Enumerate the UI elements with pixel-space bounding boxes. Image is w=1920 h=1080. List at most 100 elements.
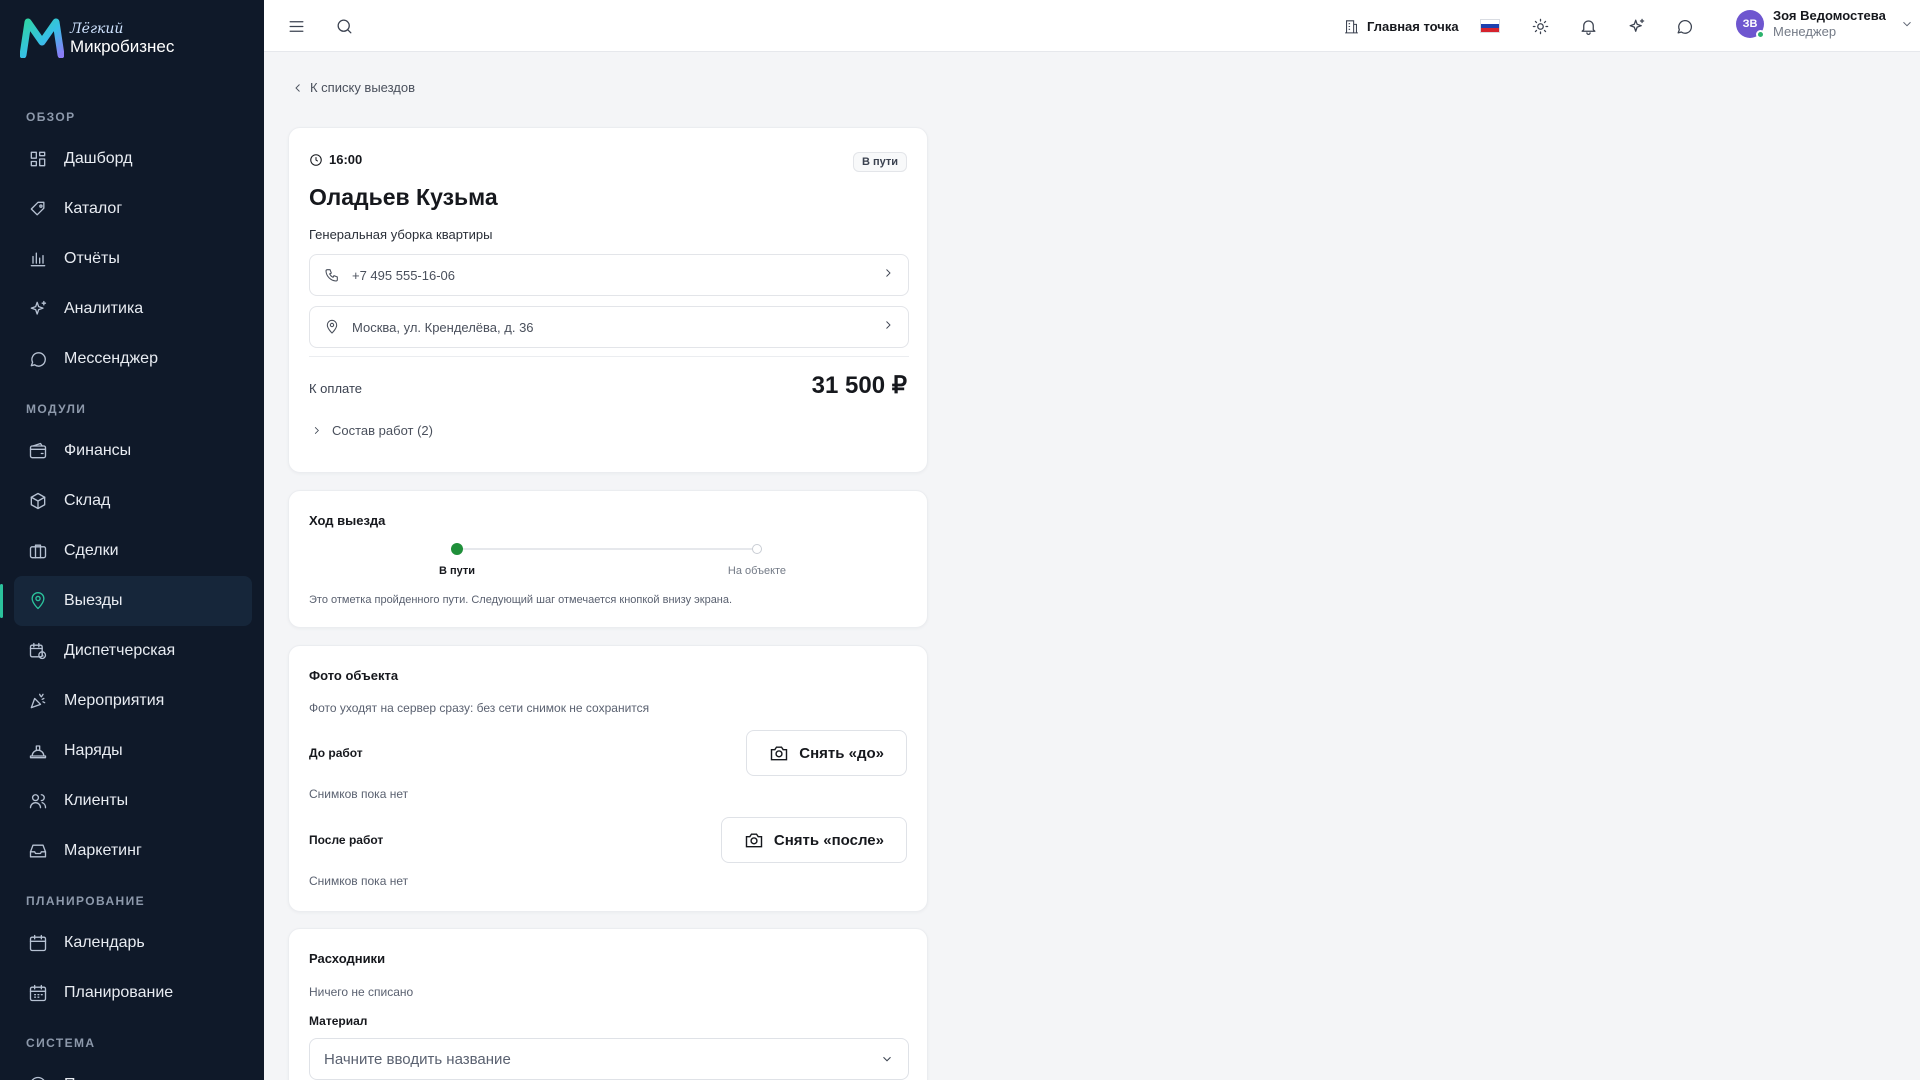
visit-progress-card: Ход выезда В пути На объекте Это отметка… (288, 490, 928, 628)
sidebar-section-title: ПЛАНИРОВАНИЕ (26, 894, 146, 908)
visit-time-value: 16:00 (329, 152, 363, 167)
language-flag-icon[interactable] (1480, 19, 1500, 33)
users-icon (28, 791, 48, 811)
chat-button[interactable] (1670, 12, 1698, 40)
user-role: Менеджер (1773, 24, 1837, 39)
sidebar-item-label: Наряды (64, 742, 123, 759)
user-name: Зоя Ведомостева (1773, 8, 1886, 23)
menu-button[interactable] (282, 12, 310, 40)
help-icon (28, 1075, 48, 1080)
sidebar-item-label: Клиенты (64, 792, 129, 809)
sidebar-item[interactable]: Планирование (14, 968, 252, 1018)
back-link-label: К списку выездов (310, 80, 416, 95)
avatar-initials: ЗВ (1742, 18, 1758, 30)
camera-icon (745, 833, 763, 848)
sidebar-item[interactable]: Календарь (14, 918, 252, 968)
visit-summary-card: 16:00 В пути Оладьев Кузьма Генеральная … (288, 127, 928, 473)
sidebar-item[interactable]: Отчёты (14, 234, 252, 284)
online-status-dot (1756, 30, 1765, 39)
briefcase-icon (28, 541, 48, 561)
chevron-right-icon (314, 426, 319, 435)
catalog-icon (28, 199, 48, 219)
bell-icon (1581, 19, 1595, 35)
service-name: Генеральная уборка квартиры (309, 227, 493, 242)
inbox-icon (28, 841, 48, 861)
photos-title: Фото объекта (309, 668, 399, 683)
sidebar-item[interactable]: Диспетчерская (14, 626, 252, 676)
payment-amount: 31 500 ₽ (811, 372, 907, 399)
phone-number: +7 495 555-16-06 (352, 267, 456, 283)
sidebar-item[interactable]: Наряды (14, 726, 252, 776)
sidebar-item-label: Каталог (64, 200, 123, 217)
sidebar-item[interactable]: Финансы (14, 426, 252, 476)
back-to-visits-link[interactable]: К списку выездов (292, 80, 415, 95)
visit-time: 16:00 (309, 152, 362, 167)
sidebar-item[interactable]: Поддержка (14, 1060, 252, 1080)
divider (309, 356, 909, 357)
top-bar: Главная точка ЗВ Зоя Ведомостева Менедже… (264, 0, 1920, 52)
dashboard-icon (28, 149, 48, 169)
brand-text: Лёгкий Микробизнес (70, 21, 174, 55)
reports-icon (28, 249, 48, 269)
before-empty-text: Снимков пока нет (309, 787, 409, 801)
after-empty-text: Снимков пока нет (309, 874, 409, 888)
avatar: ЗВ (1736, 10, 1765, 39)
consumables-empty-text: Ничего не списано (309, 985, 414, 999)
sidebar-item-label: Финансы (64, 442, 132, 459)
sidebar-nav: ОБЗОР Дашборд Каталог Отчёты Аналитика Мессен… (0, 92, 264, 1080)
client-name: Оладьев Кузьма (309, 184, 498, 210)
material-select[interactable] (309, 1038, 909, 1080)
user-menu[interactable]: ЗВ Зоя Ведомостева Менеджер (1736, 8, 1914, 40)
brand-logo[interactable]: Лёгкий Микробизнес (20, 18, 174, 58)
chevron-right-icon (882, 266, 894, 284)
step-label: На объекте (727, 565, 787, 577)
address-row[interactable]: Москва, ул. Кренделёва, д. 36 (309, 306, 909, 348)
sidebar-item-label: Выезды (64, 592, 123, 609)
search-icon (337, 19, 351, 33)
sidebar-item[interactable]: Клиенты (14, 776, 252, 826)
sidebar: Лёгкий Микробизнес ОБЗОР Дашборд Каталог От… (0, 0, 264, 1080)
sidebar-item[interactable]: Дашборд (14, 134, 252, 184)
after-label: После работ (309, 833, 384, 847)
theme-toggle-button[interactable] (1526, 12, 1554, 40)
sidebar-item[interactable]: Маркетинг (14, 826, 252, 876)
branch-selector[interactable]: Главная точка (1343, 14, 1459, 38)
sidebar-item[interactable]: Аналитика (14, 284, 252, 334)
sidebar-section-title: ОБЗОР (26, 110, 76, 124)
material-label: Материал (309, 1014, 368, 1028)
calendar-icon (28, 933, 48, 953)
calendar-clock-icon (28, 641, 48, 661)
party-icon (28, 691, 48, 711)
sidebar-item-label: Отчёты (64, 250, 120, 267)
sidebar-item[interactable]: Выезды (0, 576, 252, 626)
sidebar-item[interactable]: Сделки (14, 526, 252, 576)
before-label: До работ (309, 746, 363, 760)
menu-icon (289, 20, 303, 32)
chevron-left-icon (295, 83, 300, 92)
sidebar-item-label: Сделки (64, 542, 119, 559)
material-search-input[interactable] (324, 1050, 880, 1068)
sidebar-item[interactable]: Мессенджер (14, 334, 252, 384)
sidebar-item-label: Мессенджер (64, 350, 158, 367)
box-icon (28, 491, 48, 511)
sidebar-item[interactable]: Каталог (14, 184, 252, 234)
shoot-before-button[interactable]: Снять «до» (746, 730, 907, 776)
sidebar-item-label: Аналитика (64, 300, 144, 317)
map-pin-icon (28, 591, 48, 611)
works-toggle[interactable]: Состав работ (2) (311, 423, 433, 438)
shoot-after-button[interactable]: Снять «после» (720, 817, 907, 863)
sidebar-item-label: Маркетинг (64, 842, 142, 859)
notifications-button[interactable] (1574, 12, 1602, 40)
shoot-after-label: Снять «после» (773, 831, 884, 849)
sidebar-item[interactable]: Склад (14, 476, 252, 526)
search-button[interactable] (330, 12, 358, 40)
hard-hat-icon (28, 741, 48, 761)
clock-icon (310, 153, 322, 166)
sidebar-item-label: Диспетчерская (64, 642, 176, 659)
sidebar-item[interactable]: Мероприятия (14, 676, 252, 726)
phone-row[interactable]: +7 495 555-16-06 (309, 254, 909, 296)
sidebar-item-label: Планирование (64, 984, 174, 1001)
chat-icon (1677, 19, 1692, 34)
ai-assistant-button[interactable] (1622, 12, 1650, 40)
brand-small: Лёгкий (70, 21, 124, 37)
